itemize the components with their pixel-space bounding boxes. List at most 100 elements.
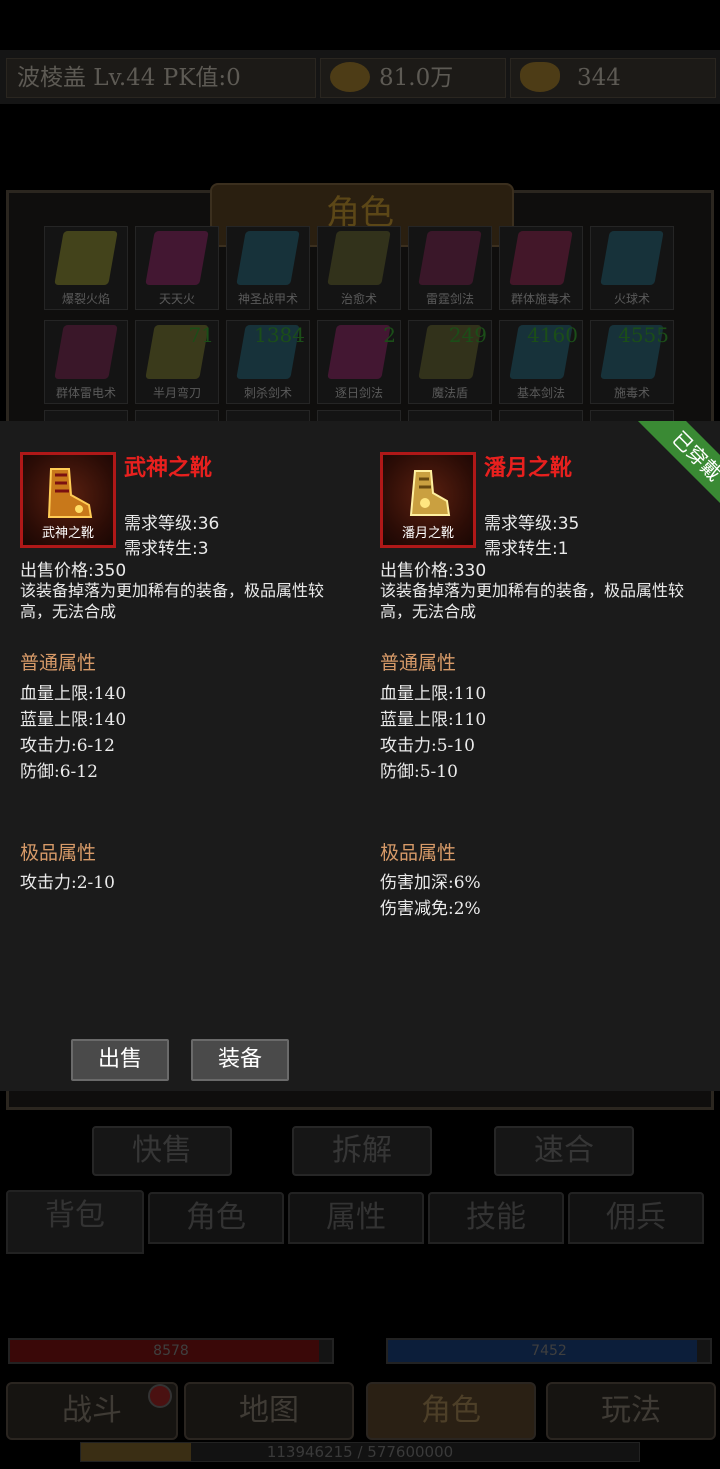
skill-name: 天天火 bbox=[158, 292, 195, 306]
left-normal-attrs: 血量上限:140 蓝量上限:140 攻击力:6-12 防御:6-12 bbox=[20, 681, 126, 785]
gold-amount: 81.0万 bbox=[379, 65, 454, 91]
left-attr-def: 防御:6-12 bbox=[20, 762, 98, 782]
skill-count: 249 bbox=[448, 323, 487, 347]
player-info: 波棱盖 Lv.44 PK值:0 bbox=[17, 65, 241, 91]
skill-cell[interactable]: 爆裂火焰 bbox=[44, 226, 128, 310]
player-info-box: 波棱盖 Lv.44 PK值:0 bbox=[6, 58, 316, 98]
ingot-icon bbox=[520, 62, 560, 92]
left-item-desc: 该装备掉落为更加稀有的装备，极品属性较高，无法合成 bbox=[20, 581, 325, 621]
right-item-icon[interactable]: 潘月之靴 bbox=[380, 452, 476, 548]
right-attr-mp: 蓝量上限:110 bbox=[380, 710, 487, 730]
skill-name: 雷霆剑法 bbox=[425, 292, 474, 306]
right-normal-title: 普通属性 bbox=[380, 652, 457, 674]
hp-value: 8578 bbox=[153, 1343, 189, 1359]
right-special-dmg-down: 伤害减免:2% bbox=[380, 899, 481, 919]
skill-cell[interactable]: 魔法盾 249 bbox=[408, 320, 492, 404]
hp-bar: 8578 bbox=[8, 1338, 334, 1364]
quick-sell-button[interactable]: 快售 bbox=[92, 1126, 232, 1176]
skill-cell[interactable]: 半月弯刀 71 bbox=[135, 320, 219, 404]
right-special-dmg-up: 伤害加深:6% bbox=[380, 873, 481, 893]
right-normal-attrs: 血量上限:110 蓝量上限:110 攻击力:5-10 防御:5-10 bbox=[380, 681, 486, 785]
right-item-name: 潘月之靴 bbox=[484, 456, 573, 481]
tab-attributes[interactable]: 属性 bbox=[288, 1192, 424, 1244]
skill-name: 逐日剑法 bbox=[334, 386, 383, 400]
notification-dot bbox=[148, 1384, 172, 1408]
nav-gameplay[interactable]: 玩法 bbox=[546, 1382, 716, 1440]
right-attr-hp: 血量上限:110 bbox=[380, 684, 487, 704]
boot-icon bbox=[47, 468, 93, 518]
skill-cell[interactable]: 火球术 bbox=[590, 226, 674, 310]
equip-button[interactable]: 装备 bbox=[191, 1039, 289, 1081]
tab-skills[interactable]: 技能 bbox=[428, 1192, 564, 1244]
skill-name: 施毒术 bbox=[613, 386, 650, 400]
left-item-req-level: 需求等级:36 bbox=[124, 514, 220, 534]
skill-name: 爆裂火焰 bbox=[61, 292, 110, 306]
nav-map[interactable]: 地图 bbox=[184, 1382, 354, 1440]
tab-character[interactable]: 角色 bbox=[148, 1192, 284, 1244]
left-special-attrs: 攻击力:2-10 bbox=[20, 870, 115, 896]
equipped-badge: 已穿戴 bbox=[624, 421, 720, 517]
tab-mercenary[interactable]: 佣兵 bbox=[568, 1192, 704, 1244]
left-item-name: 武神之靴 bbox=[124, 456, 213, 481]
skill-name: 神圣战甲术 bbox=[237, 292, 298, 306]
skill-book-icon bbox=[509, 231, 573, 285]
skill-book-icon bbox=[327, 325, 391, 379]
gold-coin-icon bbox=[330, 62, 370, 92]
skill-book-icon bbox=[327, 231, 391, 285]
skill-name: 基本剑法 bbox=[516, 386, 565, 400]
skill-cell[interactable]: 雷霆剑法 bbox=[408, 226, 492, 310]
skill-cell[interactable]: 施毒术 4555 bbox=[590, 320, 674, 404]
skill-book-icon bbox=[600, 231, 664, 285]
right-item-req-rebirth: 需求转生:1 bbox=[484, 539, 569, 559]
left-special-atk: 攻击力:2-10 bbox=[20, 873, 115, 893]
right-item-icon-caption: 潘月之靴 bbox=[401, 526, 454, 541]
left-item-icon-caption: 武神之靴 bbox=[41, 526, 94, 541]
left-item-req-rebirth: 需求转生:3 bbox=[124, 539, 209, 559]
skill-cell[interactable]: 天天火 bbox=[135, 226, 219, 310]
skill-name: 魔法盾 bbox=[431, 386, 468, 400]
exp-value: 113946215 / 577600000 bbox=[266, 1443, 454, 1461]
skill-name: 火球术 bbox=[613, 292, 650, 306]
skill-book-icon bbox=[54, 231, 118, 285]
right-item-req-level: 需求等级:35 bbox=[484, 514, 580, 534]
sell-button[interactable]: 出售 bbox=[71, 1039, 169, 1081]
skill-name: 群体施毒术 bbox=[510, 292, 571, 306]
right-item-desc: 该装备掉落为更加稀有的装备，极品属性较高，无法合成 bbox=[380, 581, 685, 621]
ingot-amount: 344 bbox=[577, 65, 621, 91]
skill-book-icon bbox=[418, 231, 482, 285]
right-attr-atk: 攻击力:5-10 bbox=[380, 736, 475, 756]
mp-value: 7452 bbox=[531, 1343, 567, 1359]
tab-bag[interactable]: 背包 bbox=[6, 1190, 144, 1254]
left-item-icon[interactable]: 武神之靴 bbox=[20, 452, 116, 548]
skill-cell[interactable]: 基本剑法 4160 bbox=[499, 320, 583, 404]
skill-name: 治愈术 bbox=[340, 292, 377, 306]
skill-count: 71 bbox=[188, 323, 214, 347]
mp-bar: 7452 bbox=[386, 1338, 712, 1364]
nav-character[interactable]: 角色 bbox=[366, 1382, 536, 1440]
skill-book-icon bbox=[236, 231, 300, 285]
skill-book-icon bbox=[54, 325, 118, 379]
skill-cell[interactable]: 神圣战甲术 bbox=[226, 226, 310, 310]
skill-name: 刺杀剑术 bbox=[243, 386, 292, 400]
right-attr-def: 防御:5-10 bbox=[380, 762, 458, 782]
left-attr-mp: 蓝量上限:140 bbox=[20, 710, 127, 730]
equipped-badge-label: 已穿戴 bbox=[631, 421, 720, 517]
skill-count: 2 bbox=[383, 323, 396, 347]
skill-name: 半月弯刀 bbox=[152, 386, 201, 400]
left-normal-title: 普通属性 bbox=[20, 652, 97, 674]
left-attr-hp: 血量上限:140 bbox=[20, 684, 127, 704]
skill-cell[interactable]: 群体施毒术 bbox=[499, 226, 583, 310]
skill-cell[interactable]: 治愈术 bbox=[317, 226, 401, 310]
boot-icon bbox=[409, 470, 451, 516]
skill-cell[interactable]: 群体雷电术 bbox=[44, 320, 128, 404]
skill-count: 4160 bbox=[527, 323, 578, 347]
right-special-title: 极品属性 bbox=[380, 842, 457, 864]
skill-count: 4555 bbox=[618, 323, 669, 347]
skill-cell[interactable]: 刺杀剑术 1384 bbox=[226, 320, 310, 404]
skill-count: 1384 bbox=[254, 323, 305, 347]
left-attr-atk: 攻击力:6-12 bbox=[20, 736, 115, 756]
dismantle-button[interactable]: 拆解 bbox=[292, 1126, 432, 1176]
quick-merge-button[interactable]: 速合 bbox=[494, 1126, 634, 1176]
skill-cell[interactable]: 逐日剑法 2 bbox=[317, 320, 401, 404]
skill-book-icon bbox=[145, 231, 209, 285]
